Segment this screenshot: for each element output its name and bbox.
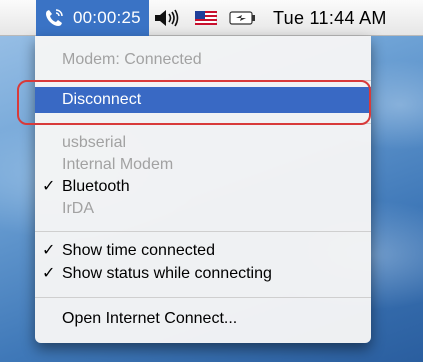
battery-icon[interactable] — [229, 11, 257, 25]
disconnect-menu-item[interactable]: Disconnect — [35, 87, 371, 113]
menu-separator — [35, 231, 371, 232]
show-time-connected-label: Show time connected — [62, 242, 215, 259]
checkmark-icon: ✓ — [42, 265, 56, 282]
show-status-connecting-item[interactable]: ✓ Show status while connecting — [35, 261, 371, 287]
modem-status-label: Modem: Connected — [62, 51, 202, 68]
device-item-bluetooth-label: Bluetooth — [62, 178, 130, 195]
device-item-irda: IrDA — [62, 200, 94, 217]
modem-phone-icon — [46, 9, 63, 26]
menu-separator — [35, 297, 371, 298]
menu-separator — [35, 80, 371, 81]
volume-icon[interactable] — [153, 7, 181, 29]
us-flag-icon[interactable] — [195, 11, 217, 25]
menubar-clock[interactable]: Tue 11:44 AM — [273, 0, 387, 36]
modem-status-menu-extra[interactable]: 00:00:25 — [36, 0, 149, 36]
show-status-connecting-label: Show status while connecting — [62, 265, 272, 282]
menu-bar: 00:00:25 Tue 11:44 AM — [0, 0, 423, 36]
menu-separator — [35, 123, 371, 124]
connection-timer: 00:00:25 — [73, 8, 141, 27]
open-internet-connect-item[interactable]: Open Internet Connect... — [35, 306, 371, 332]
modem-status-menu: Modem: Connected Disconnect usbserial In… — [35, 36, 371, 343]
